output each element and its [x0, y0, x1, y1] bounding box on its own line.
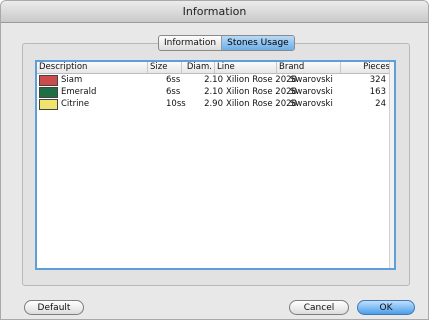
column-header-brand[interactable]: Brand [277, 62, 341, 73]
tab-bar: Information Stones Usage [158, 35, 295, 51]
window-title: Information [1, 1, 428, 23]
table-row[interactable]: Citrine 10ss 2.90 Xilion Rose 2028 Swaro… [37, 98, 392, 110]
color-swatch [39, 75, 58, 86]
stones-table: Description Size Diam. Line Brand Pieces… [35, 60, 396, 270]
ok-button[interactable]: OK [357, 300, 415, 315]
description-cell: Emerald [61, 87, 97, 97]
color-swatch [39, 99, 58, 110]
information-dialog: Information Information Stones Usage Des… [0, 0, 429, 320]
diam-cell: 2.10 [204, 75, 223, 85]
color-swatch [39, 87, 58, 98]
size-cell: 10ss [166, 99, 186, 109]
pieces-cell: 324 [369, 75, 386, 85]
table-header: Description Size Diam. Line Brand Pieces [37, 62, 392, 74]
column-header-diam[interactable]: Diam. [182, 62, 215, 73]
line-cell: Xilion Rose 2028 [226, 87, 297, 97]
line-cell: Xilion Rose 2028 [226, 99, 297, 109]
diam-cell: 2.10 [204, 87, 223, 97]
vertical-scrollbar[interactable] [389, 62, 394, 268]
line-cell: Xilion Rose 2028 [226, 75, 297, 85]
column-header-size[interactable]: Size [148, 62, 182, 73]
brand-cell: Swarovski [290, 87, 333, 97]
column-header-pieces[interactable]: Pieces [341, 62, 392, 73]
column-header-description[interactable]: Description [37, 62, 148, 73]
brand-cell: Swarovski [290, 75, 333, 85]
pieces-cell: 24 [375, 99, 386, 109]
description-cell: Citrine [61, 99, 90, 109]
cancel-button[interactable]: Cancel [289, 300, 349, 315]
diam-cell: 2.90 [204, 99, 223, 109]
description-cell: Siam [61, 75, 83, 85]
size-cell: 6ss [166, 87, 181, 97]
tab-stones-usage[interactable]: Stones Usage [222, 36, 294, 50]
table-row[interactable]: Siam 6ss 2.10 Xilion Rose 2028 Swarovski… [37, 74, 392, 86]
tab-information[interactable]: Information [159, 36, 223, 50]
column-header-line[interactable]: Line [215, 62, 277, 73]
pieces-cell: 163 [369, 87, 386, 97]
brand-cell: Swarovski [290, 99, 333, 109]
table-row[interactable]: Emerald 6ss 2.10 Xilion Rose 2028 Swarov… [37, 86, 392, 98]
size-cell: 6ss [166, 75, 181, 85]
default-button[interactable]: Default [24, 300, 84, 315]
